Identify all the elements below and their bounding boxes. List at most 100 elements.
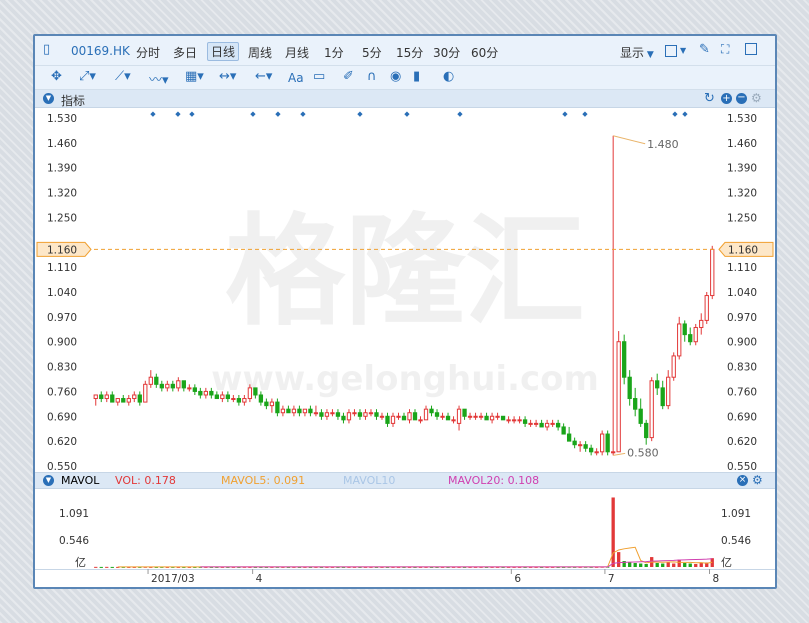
candle-body — [143, 383, 148, 403]
chart-window: ▯ 00169.HK 分时 多日 日线 周线 月线 1分 5分 15分 30分 … — [33, 34, 777, 589]
period-multiday[interactable]: 多日 — [173, 44, 197, 61]
volume-bar — [94, 566, 98, 568]
volume-chart[interactable]: 1.091 1.091 0.546 0.546 亿 亿 — [35, 489, 775, 569]
remove-indicator-icon[interactable]: − — [736, 93, 747, 104]
candle-body — [633, 398, 638, 410]
add-indicator-icon[interactable]: + — [721, 93, 732, 104]
fibonacci-icon[interactable]: ▦▾ — [185, 69, 204, 84]
text-tool-button[interactable]: Aa — [288, 71, 304, 85]
layout-square-icon[interactable] — [665, 45, 677, 57]
candle-body — [385, 415, 390, 424]
candle-body — [544, 422, 550, 428]
volume-bar — [99, 566, 103, 568]
period-30min[interactable]: 30分 — [433, 44, 460, 61]
period-1min[interactable]: 1分 — [324, 44, 344, 61]
sidebar-toggle-icon[interactable]: ▯ — [43, 42, 50, 57]
candle-body — [324, 412, 330, 417]
fullscreen-icon[interactable]: ⛶ — [721, 42, 729, 57]
candle-body — [539, 422, 544, 428]
drawing-toolbar: ✥ ⤢▾ ⟋▾ 〰▾ ▦▾ ↔▾ ←▾ Aa ▭ ✐ ∩ ◉ ▮ ◐ — [35, 66, 775, 90]
period-daily[interactable]: 日线 — [207, 42, 240, 61]
price-tick-right: 0.760 — [727, 386, 757, 398]
volume-bar — [655, 563, 659, 567]
wave-icon[interactable]: 〰▾ — [149, 69, 169, 88]
settings-gear-icon[interactable]: ⚙ — [751, 91, 762, 105]
time-label: 4 — [256, 573, 263, 585]
candle-body — [688, 334, 693, 343]
refresh-icon[interactable]: ↻ — [704, 91, 715, 106]
candle-body — [600, 433, 605, 453]
volume-tick-left: 0.546 — [59, 535, 89, 547]
volume-bar — [633, 563, 637, 567]
candle-body — [704, 295, 709, 321]
mavol-title: MAVOL — [61, 474, 100, 487]
eraser-icon[interactable]: ✐ — [343, 69, 354, 84]
magnet-icon[interactable]: ∩ — [367, 69, 377, 84]
polyline-icon[interactable]: ⟋▾ — [115, 69, 131, 84]
collapse-icon[interactable]: ▼ — [43, 93, 54, 104]
toggle-icon[interactable]: ◐ — [443, 69, 454, 84]
candle-body — [550, 422, 555, 425]
candle-body — [649, 380, 654, 439]
mavol-bar: ▼ MAVOL VOL: 0.178 MAVOL5: 0.091 MAVOL10… — [35, 472, 775, 489]
candle-body — [577, 444, 583, 447]
event-marker-icon: ◆ — [672, 110, 678, 118]
period-intraday[interactable]: 分时 — [136, 44, 160, 61]
panel-toggle-icon[interactable] — [745, 43, 757, 55]
period-5min[interactable]: 5分 — [362, 44, 382, 61]
candle-body — [451, 419, 456, 422]
candle-body — [291, 408, 297, 414]
crosshair-icon[interactable]: ✥ — [51, 69, 62, 84]
candle-body — [429, 408, 434, 414]
candle-body — [379, 415, 385, 418]
volume-settings-icon[interactable]: ⚙ — [752, 473, 763, 487]
layout-chevron-icon[interactable]: ▼ — [680, 46, 686, 55]
price-tick-right: 1.460 — [727, 138, 757, 150]
period-60min[interactable]: 60分 — [471, 44, 498, 61]
display-label: 显示 — [620, 46, 645, 60]
measure-icon[interactable]: ↔▾ — [219, 69, 236, 84]
candle-body — [357, 412, 363, 417]
candle-body — [132, 394, 137, 400]
candle-body — [115, 398, 120, 403]
candle-body — [677, 323, 682, 357]
candle-body — [231, 398, 236, 401]
period-monthly[interactable]: 月线 — [285, 44, 309, 61]
collapse-volume-icon[interactable]: ▼ — [43, 475, 54, 486]
period-toolbar: ▯ 00169.HK 分时 多日 日线 周线 月线 1分 5分 15分 30分 … — [35, 36, 775, 66]
volume-bar — [677, 559, 681, 567]
candle-body — [335, 412, 341, 417]
event-marker-icon: ◆ — [275, 110, 281, 118]
chevron-down-icon: ▼ — [644, 50, 654, 60]
price-tick-right: 0.900 — [727, 337, 757, 349]
volume-bar — [661, 563, 665, 567]
candle-body — [242, 398, 247, 403]
watermark-cn: 格隆汇 — [225, 203, 585, 342]
period-weekly[interactable]: 周线 — [248, 44, 272, 61]
display-dropdown[interactable]: 显示 ▼ — [620, 44, 654, 61]
trash-icon[interactable]: ▮ — [413, 69, 420, 84]
brush-icon[interactable]: ✎ — [699, 42, 710, 57]
close-volume-icon[interactable]: × — [737, 475, 748, 486]
candle-body — [655, 380, 660, 389]
price-tick-left: 0.690 — [47, 411, 77, 423]
eye-icon[interactable]: ◉ — [390, 69, 401, 84]
candle-body — [170, 383, 175, 389]
price-chart[interactable]: 格隆汇 www.gelonghui.com 1.530 1.530 1.460 1.460… — [35, 108, 775, 472]
price-tick-right: 1.530 — [727, 113, 757, 125]
event-marker-icon: ◆ — [404, 110, 410, 118]
ticker-label[interactable]: 00169.HK — [71, 44, 130, 58]
comment-icon[interactable]: ▭ — [313, 69, 325, 84]
price-tick-right: 1.040 — [727, 287, 757, 299]
period-15min[interactable]: 15分 — [396, 44, 423, 61]
mavol20-value: MAVOL20: 0.108 — [448, 474, 540, 487]
price-tick-left: 1.320 — [47, 188, 77, 200]
volume-bar — [617, 552, 621, 567]
arrow-left-icon[interactable]: ←▾ — [255, 69, 272, 84]
candle-body — [462, 408, 467, 417]
volume-bar — [688, 563, 692, 567]
candle-body — [264, 401, 269, 407]
trendline-icon[interactable]: ⤢▾ — [79, 69, 96, 84]
candle-body — [440, 415, 445, 418]
volume-bar — [110, 566, 114, 568]
